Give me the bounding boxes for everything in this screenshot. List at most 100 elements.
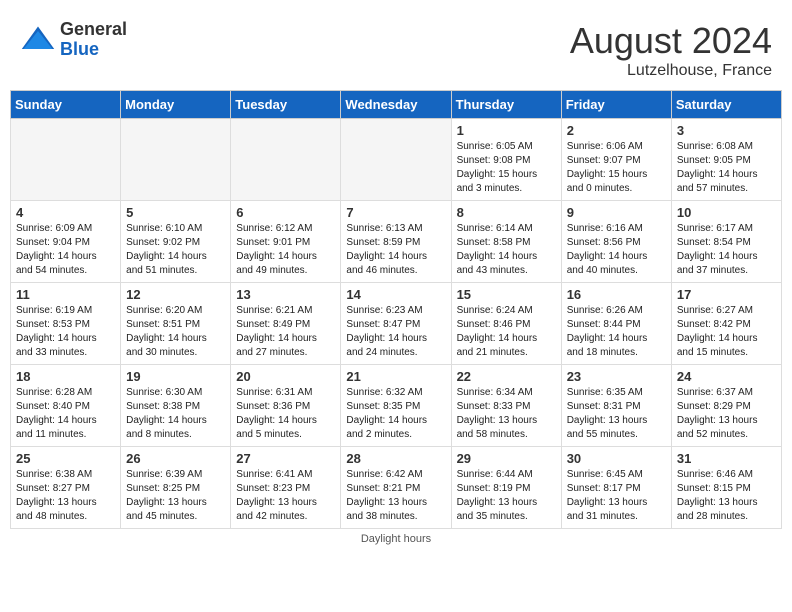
title-block: August 2024 Lutzelhouse, France bbox=[570, 20, 772, 80]
day-number: 14 bbox=[346, 287, 445, 302]
day-info: Sunrise: 6:14 AMSunset: 8:58 PMDaylight:… bbox=[457, 222, 556, 278]
day-info: Sunrise: 6:31 AMSunset: 8:36 PMDaylight:… bbox=[236, 386, 335, 442]
day-info: Sunrise: 6:10 AMSunset: 9:02 PMDaylight:… bbox=[126, 222, 225, 278]
calendar-cell: 1 Sunrise: 6:05 AMSunset: 9:08 PMDaylight… bbox=[451, 119, 561, 201]
calendar-weekday-sunday: Sunday bbox=[11, 91, 121, 119]
day-number: 8 bbox=[457, 205, 556, 220]
calendar-cell: 21 Sunrise: 6:32 AMSunset: 8:35 PMDayligh… bbox=[341, 365, 451, 447]
calendar-cell: 5 Sunrise: 6:10 AMSunset: 9:02 PMDaylight… bbox=[121, 201, 231, 283]
calendar-weekday-monday: Monday bbox=[121, 91, 231, 119]
day-info: Sunrise: 6:41 AMSunset: 8:23 PMDaylight:… bbox=[236, 468, 335, 524]
day-number: 30 bbox=[567, 451, 666, 466]
day-info: Sunrise: 6:06 AMSunset: 9:07 PMDaylight:… bbox=[567, 140, 666, 196]
calendar-cell: 8 Sunrise: 6:14 AMSunset: 8:58 PMDaylight… bbox=[451, 201, 561, 283]
day-info: Sunrise: 6:30 AMSunset: 8:38 PMDaylight:… bbox=[126, 386, 225, 442]
calendar-week-row: 25Sunrise: 6:38 AMSunset: 8:27 PMDayligh… bbox=[11, 447, 782, 529]
calendar-week-row: 4 Sunrise: 6:09 AMSunset: 9:04 PMDaylight… bbox=[11, 201, 782, 283]
daylight-note-text: Daylight hours bbox=[361, 533, 431, 545]
day-number: 7 bbox=[346, 205, 445, 220]
calendar-cell: 17 Sunrise: 6:27 AMSunset: 8:42 PMDayligh… bbox=[671, 283, 781, 365]
calendar-cell bbox=[231, 119, 341, 201]
day-info: Sunrise: 6:32 AMSunset: 8:35 PMDaylight:… bbox=[346, 386, 445, 442]
calendar-cell bbox=[341, 119, 451, 201]
day-number: 22 bbox=[457, 369, 556, 384]
day-info: Sunrise: 6:13 AMSunset: 8:59 PMDaylight:… bbox=[346, 222, 445, 278]
day-number: 31 bbox=[677, 451, 776, 466]
day-number: 16 bbox=[567, 287, 666, 302]
day-number: 20 bbox=[236, 369, 335, 384]
day-number: 2 bbox=[567, 123, 666, 138]
day-info: Sunrise: 6:09 AMSunset: 9:04 PMDaylight:… bbox=[16, 222, 115, 278]
day-info: Sunrise: 6:46 AMSunset: 8:15 PMDaylight:… bbox=[677, 468, 776, 524]
day-number: 25 bbox=[16, 451, 115, 466]
day-number: 1 bbox=[457, 123, 556, 138]
calendar-cell: 23 Sunrise: 6:35 AMSunset: 8:31 PMDayligh… bbox=[561, 365, 671, 447]
page-header: General Blue August 2024 Lutzelhouse, Fr… bbox=[10, 10, 782, 85]
day-number: 11 bbox=[16, 287, 115, 302]
day-info: Sunrise: 6:08 AMSunset: 9:05 PMDaylight:… bbox=[677, 140, 776, 196]
calendar-cell: 28Sunrise: 6:42 AMSunset: 8:21 PMDayligh… bbox=[341, 447, 451, 529]
day-number: 27 bbox=[236, 451, 335, 466]
logo-icon bbox=[20, 22, 56, 58]
day-number: 4 bbox=[16, 205, 115, 220]
calendar-cell: 24Sunrise: 6:37 AMSunset: 8:29 PMDayligh… bbox=[671, 365, 781, 447]
calendar-cell: 10 Sunrise: 6:17 AMSunset: 8:54 PMDayligh… bbox=[671, 201, 781, 283]
calendar-week-row: 11 Sunrise: 6:19 AMSunset: 8:53 PMDayligh… bbox=[11, 283, 782, 365]
day-number: 13 bbox=[236, 287, 335, 302]
day-number: 3 bbox=[677, 123, 776, 138]
day-number: 5 bbox=[126, 205, 225, 220]
calendar-weekday-friday: Friday bbox=[561, 91, 671, 119]
day-number: 19 bbox=[126, 369, 225, 384]
day-info: Sunrise: 6:05 AMSunset: 9:08 PMDaylight:… bbox=[457, 140, 556, 196]
day-number: 29 bbox=[457, 451, 556, 466]
calendar-cell: 20 Sunrise: 6:31 AMSunset: 8:36 PMDayligh… bbox=[231, 365, 341, 447]
calendar-cell: 18 Sunrise: 6:28 AMSunset: 8:40 PMDayligh… bbox=[11, 365, 121, 447]
day-info: Sunrise: 6:45 AMSunset: 8:17 PMDaylight:… bbox=[567, 468, 666, 524]
calendar-cell: 22 Sunrise: 6:34 AMSunset: 8:33 PMDayligh… bbox=[451, 365, 561, 447]
calendar-cell: 11 Sunrise: 6:19 AMSunset: 8:53 PMDayligh… bbox=[11, 283, 121, 365]
day-info: Sunrise: 6:39 AMSunset: 8:25 PMDaylight:… bbox=[126, 468, 225, 524]
calendar-cell: 30 Sunrise: 6:45 AMSunset: 8:17 PMDayligh… bbox=[561, 447, 671, 529]
daylight-footer: Daylight hours bbox=[10, 533, 782, 545]
calendar-cell bbox=[11, 119, 121, 201]
day-info: Sunrise: 6:27 AMSunset: 8:42 PMDaylight:… bbox=[677, 304, 776, 360]
location: Lutzelhouse, France bbox=[570, 62, 772, 80]
calendar-weekday-saturday: Saturday bbox=[671, 91, 781, 119]
day-number: 26 bbox=[126, 451, 225, 466]
day-number: 10 bbox=[677, 205, 776, 220]
calendar-cell: 29 Sunrise: 6:44 AMSunset: 8:19 PMDayligh… bbox=[451, 447, 561, 529]
day-info: Sunrise: 6:44 AMSunset: 8:19 PMDaylight:… bbox=[457, 468, 556, 524]
day-info: Sunrise: 6:17 AMSunset: 8:54 PMDaylight:… bbox=[677, 222, 776, 278]
day-info: Sunrise: 6:26 AMSunset: 8:44 PMDaylight:… bbox=[567, 304, 666, 360]
calendar-weekday-tuesday: Tuesday bbox=[231, 91, 341, 119]
day-info: Sunrise: 6:19 AMSunset: 8:53 PMDaylight:… bbox=[16, 304, 115, 360]
calendar-cell: 2 Sunrise: 6:06 AMSunset: 9:07 PMDaylight… bbox=[561, 119, 671, 201]
calendar-cell: 26 Sunrise: 6:39 AMSunset: 8:25 PMDayligh… bbox=[121, 447, 231, 529]
day-number: 21 bbox=[346, 369, 445, 384]
day-info: Sunrise: 6:35 AMSunset: 8:31 PMDaylight:… bbox=[567, 386, 666, 442]
logo: General Blue bbox=[20, 20, 127, 60]
day-info: Sunrise: 6:21 AMSunset: 8:49 PMDaylight:… bbox=[236, 304, 335, 360]
calendar-cell: 6Sunrise: 6:12 AMSunset: 9:01 PMDaylight… bbox=[231, 201, 341, 283]
day-info: Sunrise: 6:23 AMSunset: 8:47 PMDaylight:… bbox=[346, 304, 445, 360]
day-info: Sunrise: 6:28 AMSunset: 8:40 PMDaylight:… bbox=[16, 386, 115, 442]
calendar-weekday-thursday: Thursday bbox=[451, 91, 561, 119]
day-number: 12 bbox=[126, 287, 225, 302]
day-info: Sunrise: 6:24 AMSunset: 8:46 PMDaylight:… bbox=[457, 304, 556, 360]
day-info: Sunrise: 6:16 AMSunset: 8:56 PMDaylight:… bbox=[567, 222, 666, 278]
calendar-week-row: 1 Sunrise: 6:05 AMSunset: 9:08 PMDaylight… bbox=[11, 119, 782, 201]
day-number: 17 bbox=[677, 287, 776, 302]
logo-general-text: General bbox=[60, 20, 127, 40]
calendar-header-row: SundayMondayTuesdayWednesdayThursdayFrid… bbox=[11, 91, 782, 119]
day-info: Sunrise: 6:12 AMSunset: 9:01 PMDaylight:… bbox=[236, 222, 335, 278]
month-year: August 2024 bbox=[570, 20, 772, 62]
calendar-cell: 7 Sunrise: 6:13 AMSunset: 8:59 PMDaylight… bbox=[341, 201, 451, 283]
calendar-weekday-wednesday: Wednesday bbox=[341, 91, 451, 119]
day-number: 23 bbox=[567, 369, 666, 384]
calendar-cell: 16 Sunrise: 6:26 AMSunset: 8:44 PMDayligh… bbox=[561, 283, 671, 365]
calendar-cell: 19 Sunrise: 6:30 AMSunset: 8:38 PMDayligh… bbox=[121, 365, 231, 447]
calendar-week-row: 18 Sunrise: 6:28 AMSunset: 8:40 PMDayligh… bbox=[11, 365, 782, 447]
day-info: Sunrise: 6:34 AMSunset: 8:33 PMDaylight:… bbox=[457, 386, 556, 442]
calendar-cell: 15Sunrise: 6:24 AMSunset: 8:46 PMDayligh… bbox=[451, 283, 561, 365]
day-number: 18 bbox=[16, 369, 115, 384]
